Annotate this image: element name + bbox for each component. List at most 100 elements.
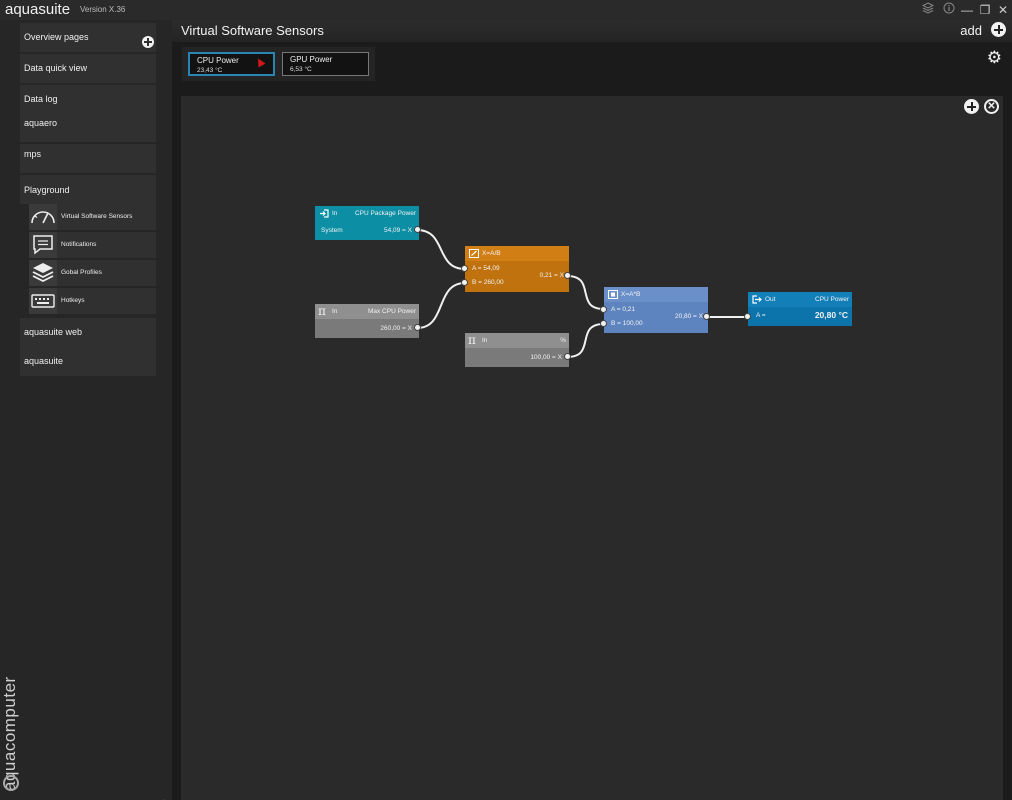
tab-value: 6,53 °C (290, 66, 312, 73)
node-in-cpu-package-power[interactable]: In CPU Package Power System 54,09 = X (315, 206, 421, 240)
node-body: A = 20,80 °C (748, 307, 852, 326)
maximize-button[interactable]: ❐ (977, 2, 993, 18)
node-body: A = 0,21 20,80 = X B = 100,00 (604, 302, 708, 333)
add-sensor-icon[interactable] (991, 22, 1006, 37)
node-value: 54,09 = X (383, 227, 412, 234)
node-in-max-cpu-power[interactable]: π In Max CPU Power 260,00 = X (315, 304, 421, 338)
node-value: 20,80 °C (814, 310, 848, 320)
pi-icon: π (468, 333, 476, 347)
node-multiply[interactable]: X=A*B A = 0,21 20,80 = X B = 100,00 (600, 287, 710, 333)
gear-icon[interactable]: ⚙ (987, 48, 1002, 68)
node-in-percent[interactable]: π In % 100,00 = X (465, 333, 571, 367)
node-type: In (332, 308, 338, 315)
input-a: A = (756, 312, 766, 319)
node-header: π In Max CPU Power (315, 304, 419, 319)
nav-data-log[interactable]: Data log (20, 85, 156, 114)
keyboard-icon (29, 288, 57, 314)
sub-label: Hotkeys (61, 297, 85, 304)
sub-label: Notifications (61, 241, 97, 248)
output-port[interactable] (564, 353, 571, 360)
pi-icon: π (318, 304, 326, 318)
nav-playground[interactable]: Playground (20, 175, 156, 204)
nav-hotkeys[interactable]: Hotkeys (29, 288, 156, 314)
app-window: aquasuite Version X.36 — ❐ ✕ Overview pa… (0, 0, 1012, 800)
formula-icon (608, 290, 618, 299)
close-button[interactable]: ✕ (995, 2, 1011, 18)
output-port[interactable] (564, 272, 571, 279)
nav-label: mps (24, 149, 42, 159)
node-body: 260,00 = X (315, 319, 419, 338)
gauge-icon (29, 204, 57, 230)
main-panel: Virtual Software Sensors add CPU Power 2… (172, 20, 1012, 800)
nav-overview-pages[interactable]: Overview pages (20, 23, 156, 52)
node-header: X=A/B (465, 246, 569, 261)
output-port[interactable] (414, 226, 421, 233)
nav-label: Data log (24, 94, 58, 104)
nav-notifications[interactable]: Notifications (29, 232, 156, 258)
nav-label: Overview pages (24, 32, 89, 42)
sidebar: Overview pages Data quick view Data log … (0, 20, 172, 800)
tab-name: GPU Power (290, 55, 333, 64)
node-source: System (321, 227, 343, 234)
nav-label: Playground (24, 185, 70, 195)
app-name: aquasuite (5, 1, 71, 18)
node-title: CPU Package Power (354, 210, 416, 217)
add-page-icon[interactable] (142, 36, 154, 48)
minimize-button[interactable]: — (959, 2, 975, 18)
stack-icon[interactable] (920, 2, 936, 18)
nav-label: aquaero (24, 118, 58, 128)
input-b: B = 100,00 (611, 320, 643, 327)
node-title: Max CPU Power (367, 308, 416, 315)
connection-wires (416, 229, 748, 358)
node-header: Out CPU Power (748, 292, 852, 307)
sub-label: Virtual Software Sensors (61, 213, 133, 220)
node-value: 100,00 = X (530, 354, 562, 361)
nav-mps[interactable]: mps (20, 144, 156, 173)
node-body: 100,00 = X (465, 348, 569, 367)
sensor-tabs: CPU Power 23,43 °C GPU Power 6,53 °C (182, 47, 375, 81)
node-formula: X=A/B (482, 250, 501, 257)
node-header: π In % (465, 333, 569, 348)
nav-global-profiles[interactable]: Gobal Profiles (29, 260, 156, 286)
node-divide[interactable]: X=A/B A = 54,09 0,21 = X B = 260,00 (461, 246, 571, 292)
nav-label: aquasuite (24, 356, 64, 366)
node-out-cpu-power[interactable]: Out CPU Power A = 20,80 °C (744, 292, 852, 326)
output-arrow-icon (752, 295, 762, 304)
node-body: System 54,09 = X (315, 221, 419, 240)
input-port-a[interactable] (600, 306, 607, 313)
input-port-b[interactable] (461, 279, 468, 286)
node-type: In (332, 210, 338, 217)
nav-data-quick-view[interactable]: Data quick view (20, 54, 156, 83)
node-type: In (482, 337, 488, 344)
title-bar: aquasuite Version X.36 — ❐ ✕ (0, 0, 1012, 20)
input-port-a[interactable] (461, 265, 468, 272)
info-icon[interactable] (941, 2, 957, 18)
input-port-a[interactable] (744, 313, 751, 320)
output-port[interactable] (414, 324, 421, 331)
nav-aquasuite[interactable]: aquasuite (20, 347, 156, 376)
node-header: In CPU Package Power (315, 206, 419, 221)
node-formula: X=A*B (621, 291, 641, 298)
nav-aquasuite-web[interactable]: aquasuite web (20, 318, 156, 347)
node-value: 260,00 = X (380, 325, 412, 332)
nav-virtual-software-sensors[interactable]: Virtual Software Sensors (29, 204, 156, 230)
node-type: Out (765, 296, 776, 303)
brand-logo-icon (3, 775, 19, 791)
input-port-b[interactable] (600, 320, 607, 327)
input-a: A = 54,09 (472, 265, 500, 272)
add-label[interactable]: add (960, 23, 982, 38)
tab-value: 23,43 °C (197, 67, 223, 74)
page-header: Virtual Software Sensors add (172, 20, 1012, 42)
node-title: CPU Power (815, 296, 849, 303)
input-arrow-icon (320, 209, 329, 218)
node-result: 0,21 = X (539, 272, 564, 279)
input-a: A = 0,21 (611, 306, 636, 313)
input-b: B = 260,00 (472, 279, 504, 286)
node-canvas[interactable]: ✕ In CPU Package Power System 54,09 = X (181, 96, 1003, 800)
output-port[interactable] (703, 313, 710, 320)
nav-aquaero[interactable]: aquaero (20, 113, 156, 142)
nav-label: Data quick view (24, 63, 88, 73)
sensor-tab-gpu-power[interactable]: GPU Power 6,53 °C (282, 52, 369, 76)
node-body: A = 54,09 0,21 = X B = 260,00 (465, 261, 569, 292)
formula-icon (469, 249, 479, 258)
